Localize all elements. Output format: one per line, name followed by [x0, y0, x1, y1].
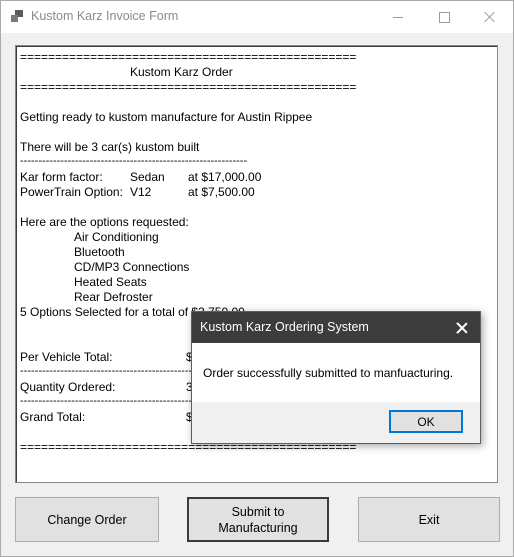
close-icon — [484, 11, 496, 23]
option-item: Bluetooth — [74, 245, 125, 259]
powertrain-price: at $7,500.00 — [188, 185, 255, 199]
invoice-header: Kustom Karz Order — [130, 65, 233, 79]
form-factor-price: at $17,000.00 — [188, 170, 262, 184]
dialog-title: Kustom Karz Ordering System — [200, 320, 369, 334]
maximize-icon — [438, 11, 450, 23]
title-bar[interactable]: Kustom Karz Invoice Form — [1, 1, 513, 33]
submit-label-line2: Manufacturing — [218, 520, 298, 535]
grand-total-label: Grand Total: — [20, 410, 86, 424]
separator-top: ========================================… — [20, 50, 357, 64]
ok-button[interactable]: OK — [389, 410, 463, 433]
change-order-label: Change Order — [47, 512, 127, 527]
ok-label: OK — [417, 414, 435, 429]
submit-label: Submit to Manufacturing — [218, 504, 297, 536]
message-dialog: Kustom Karz Ordering System Order succes… — [191, 311, 481, 444]
exit-button[interactable]: Exit — [358, 497, 500, 542]
close-button[interactable] — [467, 1, 513, 33]
dialog-footer: OK — [192, 402, 480, 443]
window-title: Kustom Karz Invoice Form — [31, 9, 179, 23]
options-header: Here are the options requested: — [20, 215, 189, 229]
dialog-close-icon[interactable] — [456, 322, 468, 334]
per-vehicle-label: Per Vehicle Total: — [20, 350, 113, 364]
option-item: Heated Seats — [74, 275, 147, 289]
customer-line: Getting ready to kustom manufacture for … — [20, 110, 313, 124]
submit-to-manufacturing-button[interactable]: Submit to Manufacturing — [187, 497, 329, 542]
app-icon — [11, 10, 23, 22]
dialog-message: Order successfully submitted to manfuact… — [203, 366, 454, 380]
maximize-button[interactable] — [421, 1, 467, 33]
powertrain-value: V12 — [130, 185, 152, 199]
invoice-window: Kustom Karz Invoice Form ===============… — [0, 0, 514, 557]
separator-header-bottom: ========================================… — [20, 80, 357, 94]
minimize-icon — [393, 16, 403, 18]
exit-label: Exit — [418, 512, 440, 527]
dash-separator: ----------------------------------------… — [20, 155, 248, 167]
change-order-button[interactable]: Change Order — [15, 497, 159, 542]
car-count-line: There will be 3 car(s) kustom built — [20, 140, 200, 154]
option-item: Rear Defroster — [74, 290, 153, 304]
minimize-button[interactable] — [375, 1, 421, 33]
form-factor-value: Sedan — [130, 170, 165, 184]
submit-label-line1: Submit to — [231, 504, 285, 519]
form-factor-label: Kar form factor: — [20, 170, 103, 184]
option-item: CD/MP3 Connections — [74, 260, 190, 274]
quantity-label: Quantity Ordered: — [20, 380, 116, 394]
option-item: Air Conditioning — [74, 230, 159, 244]
powertrain-label: PowerTrain Option: — [20, 185, 123, 199]
dialog-title-bar[interactable]: Kustom Karz Ordering System — [192, 312, 480, 343]
